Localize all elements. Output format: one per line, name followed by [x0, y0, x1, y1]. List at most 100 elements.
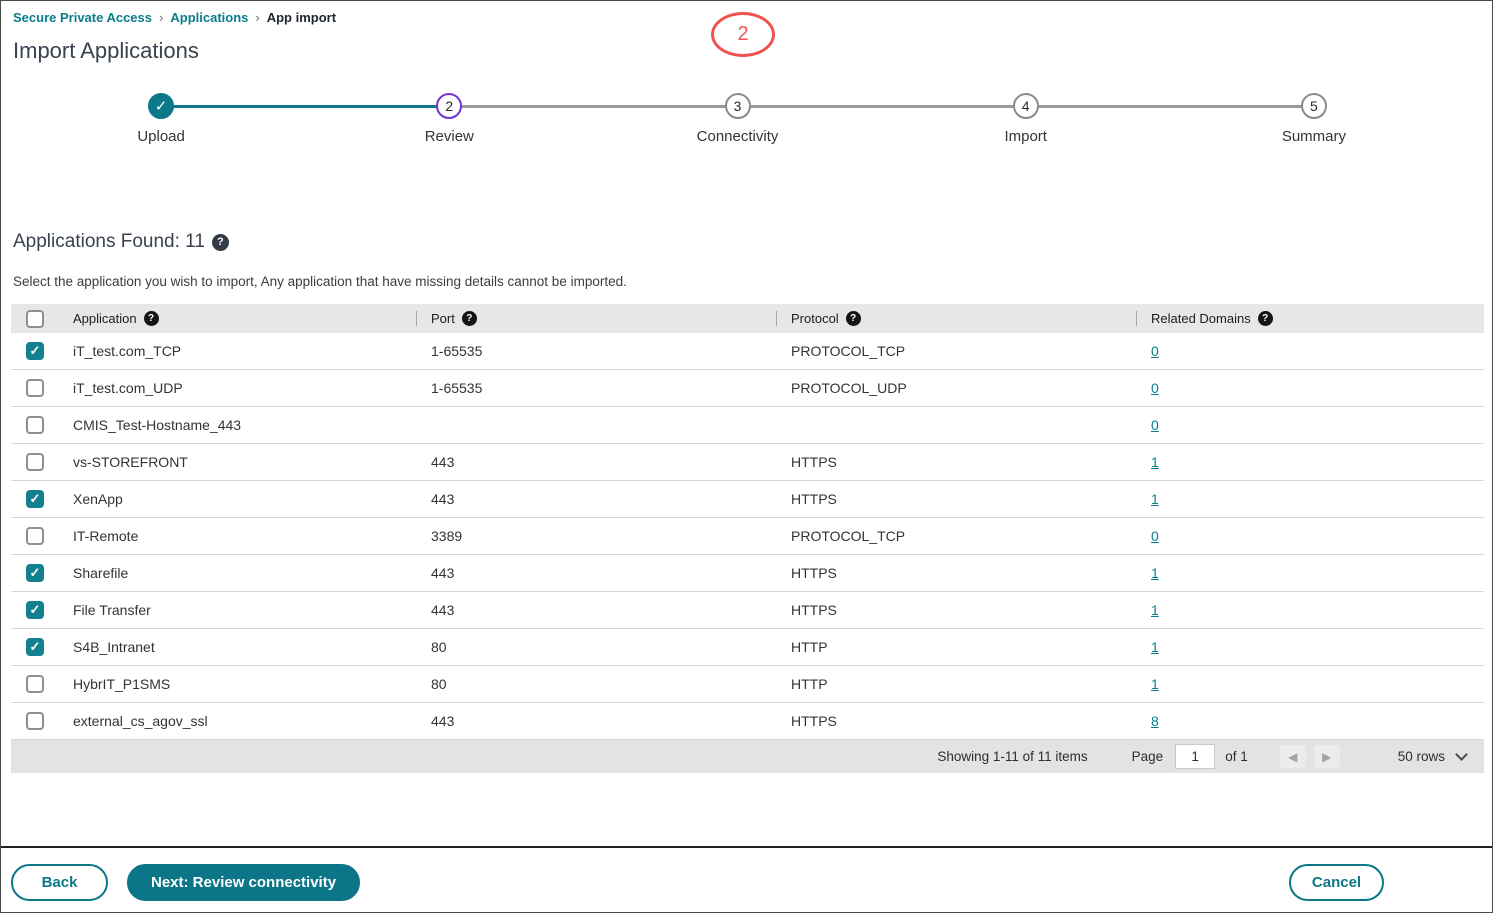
table-header-row: Application ? Port ? Protocol ? Related … [11, 304, 1484, 333]
table-row: CMIS_Test-Hostname_443 0 [11, 407, 1484, 444]
row-checkbox[interactable]: ✓ [26, 564, 44, 582]
protocol-value: HTTPS [791, 602, 837, 618]
protocol-value: HTTPS [791, 565, 837, 581]
application-name: HybrIT_P1SMS [73, 676, 171, 692]
protocol-value: HTTPS [791, 713, 837, 729]
related-domains-link[interactable]: 1 [1151, 565, 1159, 581]
port-value: 80 [431, 639, 447, 655]
help-icon[interactable]: ? [1257, 311, 1273, 326]
header-related-domains: Related Domains ? [1136, 304, 1484, 333]
application-name: IT-Remote [73, 528, 139, 544]
related-domains-link[interactable]: 1 [1151, 676, 1159, 692]
step-upload: ✓ Upload [17, 93, 305, 145]
application-name: iT_test.com_TCP [73, 343, 182, 359]
table-row: IT-Remote 3389 PROTOCOL_TCP 0 [11, 518, 1484, 555]
protocol-value: HTTPS [791, 454, 837, 470]
related-domains-link[interactable]: 1 [1151, 454, 1159, 470]
help-icon[interactable]: ? [143, 311, 159, 326]
row-checkbox[interactable]: ✓ [26, 638, 44, 656]
next-review-connectivity-button[interactable]: Next: Review connectivity [127, 864, 361, 901]
step-review: 2 Review [161, 93, 593, 145]
annotation-circle-2: 2 [711, 12, 775, 57]
port-value: 3389 [431, 528, 463, 544]
related-domains-link[interactable]: 0 [1151, 417, 1159, 433]
related-domains-link[interactable]: 1 [1151, 639, 1159, 655]
section-heading: Applications Found: 11 ? [13, 231, 229, 253]
application-name: iT_test.com_UDP [73, 380, 183, 396]
protocol-value: PROTOCOL_TCP [791, 528, 906, 544]
related-domains-link[interactable]: 1 [1151, 491, 1159, 507]
port-value: 80 [431, 676, 447, 692]
protocol-value: HTTPS [791, 491, 837, 507]
table-row: external_cs_agov_ssl 443 HTTPS 8 [11, 703, 1484, 740]
protocol-value: PROTOCOL_TCP [791, 343, 906, 359]
step-connectivity: 3 Connectivity [449, 93, 881, 145]
footer-action-bar: Back Next: Review connectivity Cancel [1, 848, 1492, 912]
row-checkbox[interactable] [26, 527, 44, 545]
breadcrumb-separator-icon: › [159, 10, 164, 25]
port-value: 443 [431, 713, 455, 729]
row-checkbox[interactable]: ✓ [26, 342, 44, 360]
header-protocol: Protocol ? [776, 304, 1136, 333]
back-button[interactable]: Back [11, 864, 108, 901]
row-checkbox[interactable] [26, 453, 44, 471]
next-page-icon: ▶ [1322, 749, 1332, 764]
help-icon[interactable]: ? [211, 233, 229, 251]
help-icon[interactable]: ? [461, 311, 477, 326]
row-checkbox[interactable]: ✓ [26, 601, 44, 619]
table-row: vs-STOREFRONT 443 HTTPS 1 [11, 444, 1484, 481]
rows-per-page-dropdown[interactable]: 50 rows [1397, 747, 1468, 764]
table-row: ✓ iT_test.com_TCP 1-65535 PROTOCOL_TCP 0 [11, 333, 1484, 370]
check-icon: ✓ [29, 565, 41, 580]
table-row: HybrIT_P1SMS 80 HTTP 1 [11, 666, 1484, 703]
table-row: iT_test.com_UDP 1-65535 PROTOCOL_UDP 0 [11, 370, 1484, 407]
next-page-button[interactable]: ▶ [1313, 745, 1340, 768]
related-domains-link[interactable]: 0 [1151, 528, 1159, 544]
previous-page-button[interactable]: ◀ [1279, 745, 1306, 768]
previous-page-icon: ◀ [1288, 749, 1298, 764]
breadcrumb-app-import: App import [266, 10, 337, 25]
cancel-button[interactable]: Cancel [1289, 864, 1384, 901]
protocol-value: PROTOCOL_UDP [791, 380, 907, 396]
related-domains-link[interactable]: 1 [1151, 602, 1159, 618]
application-name: external_cs_agov_ssl [73, 713, 208, 729]
port-value: 443 [431, 454, 455, 470]
annotation-label: 2 [737, 23, 749, 45]
table-row: ✓ Sharefile 443 HTTPS 1 [11, 555, 1484, 592]
table-row: ✓ File Transfer 443 HTTPS 1 [11, 592, 1484, 629]
breadcrumb: Secure Private Access › Applications › A… [13, 10, 336, 25]
rows-per-page-value: 50 rows [1397, 749, 1445, 764]
port-value: 1-65535 [431, 380, 483, 396]
row-checkbox[interactable] [26, 675, 44, 693]
row-checkbox[interactable]: ✓ [26, 490, 44, 508]
step-import: 4 Import [737, 93, 1170, 145]
breadcrumb-applications[interactable]: Applications [170, 10, 248, 25]
applications-table: Application ? Port ? Protocol ? Related … [11, 304, 1484, 773]
help-icon[interactable]: ? [845, 311, 861, 326]
page-label: Page [1131, 749, 1164, 764]
check-icon: ✓ [154, 98, 168, 115]
related-domains-link[interactable]: 0 [1151, 343, 1159, 359]
table-row: ✓ XenApp 443 HTTPS 1 [11, 481, 1484, 518]
check-icon: ✓ [29, 639, 41, 654]
related-domains-link[interactable]: 0 [1151, 380, 1159, 396]
breadcrumb-separator-icon: › [255, 10, 260, 25]
import-applications-page: Secure Private Access › Applications › A… [0, 0, 1493, 913]
row-checkbox[interactable] [26, 712, 44, 730]
page-of-text: of 1 [1225, 749, 1248, 764]
select-all-checkbox[interactable] [26, 309, 44, 328]
page-number-input[interactable] [1175, 744, 1216, 769]
table-body: ✓ iT_test.com_TCP 1-65535 PROTOCOL_TCP 0… [11, 333, 1484, 740]
protocol-value: HTTP [791, 639, 828, 655]
header-select-all-cell [11, 304, 63, 333]
application-name: Sharefile [73, 565, 129, 581]
breadcrumb-secure-private-access[interactable]: Secure Private Access [13, 10, 152, 25]
application-name: CMIS_Test-Hostname_443 [73, 417, 242, 433]
application-name: File Transfer [73, 602, 151, 618]
port-value: 443 [431, 602, 455, 618]
page-title: Import Applications [13, 38, 199, 63]
row-checkbox[interactable] [26, 379, 44, 397]
header-port: Port ? [416, 304, 776, 333]
related-domains-link[interactable]: 8 [1151, 713, 1159, 729]
row-checkbox[interactable] [26, 416, 44, 434]
